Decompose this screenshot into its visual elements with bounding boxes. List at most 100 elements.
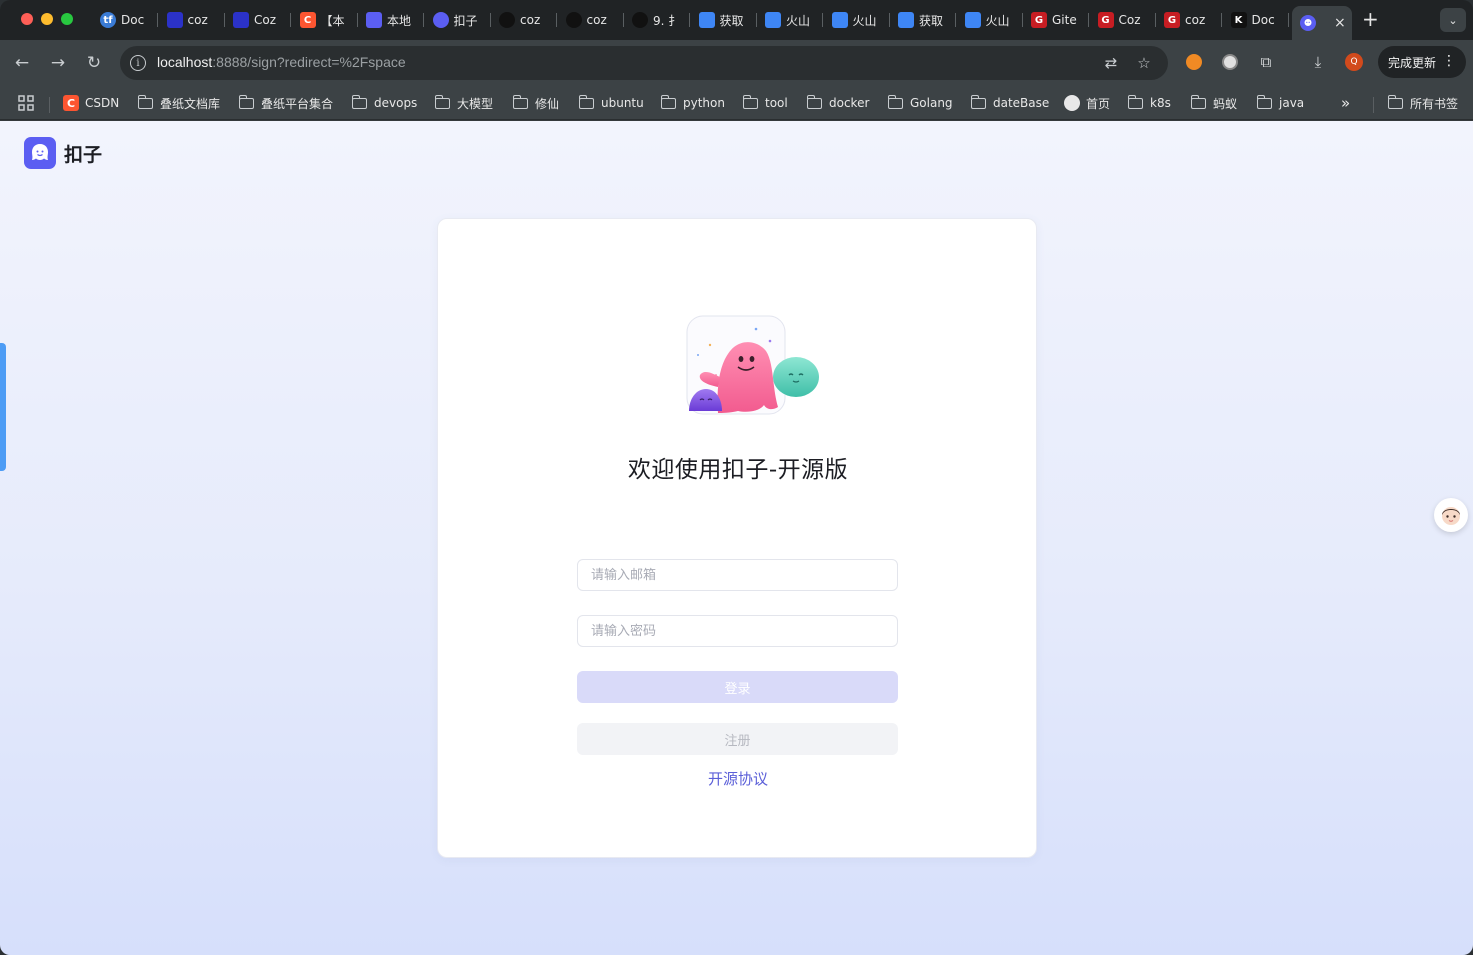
account-avatar-icon[interactable]: Q <box>1344 52 1364 72</box>
browser-tab[interactable]: G Gite <box>1023 6 1089 34</box>
volcano-icon <box>698 12 715 28</box>
folder-icon <box>138 94 153 109</box>
tab-label: coz <box>520 13 541 27</box>
tab-search-button[interactable]: ⌄ <box>1440 8 1466 32</box>
bookmark-link[interactable]: C CSDN <box>63 93 119 113</box>
bookmarks-bar: C CSDN 叠纸文档库 叠纸平台集合 devops 大模型 修仙 ubuntu python t… <box>0 86 1473 120</box>
browser-tab[interactable]: 火山 <box>757 6 823 34</box>
bookmark-folder[interactable]: 叠纸文档库 <box>138 93 220 113</box>
email-input[interactable] <box>578 560 897 590</box>
tab-label: Gite <box>1052 13 1077 27</box>
reload-icon[interactable]: ↻ <box>83 52 105 74</box>
bookmark-label: 叠纸文档库 <box>160 96 221 111</box>
gitee-icon: G <box>1031 12 1047 28</box>
csdn-icon: C <box>63 95 79 111</box>
extension-orange-icon[interactable] <box>1184 52 1204 72</box>
bookmark-folder[interactable]: tool <box>743 93 788 113</box>
close-tab-icon[interactable]: × <box>1334 15 1346 31</box>
bookmark-label: CSDN <box>85 96 120 110</box>
tab-label: 扣子 <box>453 13 478 28</box>
globe-icon <box>1064 95 1080 111</box>
github-icon <box>632 12 648 28</box>
folder-icon <box>579 94 594 109</box>
browser-tab[interactable]: 获取 <box>890 6 956 34</box>
folder-icon <box>1257 94 1272 109</box>
bookmark-folder[interactable]: 修仙 <box>513 93 559 113</box>
browser-tab[interactable]: 本地 <box>358 6 424 34</box>
browser-tab[interactable]: 火山 <box>824 6 890 34</box>
browser-tab[interactable]: tf Doc <box>92 6 158 34</box>
browser-tab[interactable]: 获取 <box>691 6 757 34</box>
browser-tab[interactable]: coz <box>491 6 557 34</box>
bookmark-folder[interactable]: ubuntu <box>579 93 644 113</box>
browser-tab[interactable]: G Coz <box>1090 6 1156 34</box>
browser-tab[interactable]: coz <box>558 6 624 34</box>
bookmark-folder[interactable]: k8s <box>1128 93 1171 113</box>
download-icon[interactable]: ⤓ <box>1308 52 1328 72</box>
site-info-icon[interactable]: i <box>130 55 146 71</box>
all-bookmarks-folder[interactable]: 所有书签 <box>1388 93 1458 113</box>
tab-active-coze[interactable]: × <box>1292 6 1352 40</box>
side-drawer-handle[interactable] <box>0 343 6 471</box>
url-text[interactable]: localhost:8888/sign?redirect=%2Fspace <box>157 54 406 70</box>
apps-grid-icon[interactable] <box>18 93 34 113</box>
brand-header[interactable]: 扣子 <box>24 137 102 169</box>
forward-icon[interactable]: → <box>47 52 69 74</box>
browser-tab[interactable]: 9. 扌 <box>624 6 690 34</box>
login-button[interactable]: 登录 <box>577 671 898 703</box>
password-input[interactable] <box>578 616 897 646</box>
gitee-icon: G <box>1164 12 1180 28</box>
bookmark-folder[interactable]: python <box>661 93 725 113</box>
address-bar[interactable]: i localhost:8888/sign?redirect=%2Fspace … <box>120 46 1168 80</box>
coze-icon <box>432 12 449 28</box>
tab-label: Doc <box>121 13 145 27</box>
mascot-illustration <box>686 315 819 415</box>
bookmark-label: dateBase <box>993 96 1050 110</box>
minimize-window-button[interactable] <box>41 13 53 25</box>
bookmark-folder[interactable]: 蚂蚁 <box>1191 93 1237 113</box>
bookmark-folder[interactable]: devops <box>352 93 417 113</box>
browser-tab[interactable]: 火山 <box>957 6 1023 34</box>
close-window-button[interactable] <box>21 13 33 25</box>
email-field[interactable] <box>577 559 898 591</box>
browser-tab[interactable]: K Doc <box>1223 6 1289 34</box>
maximize-window-button[interactable] <box>61 13 73 25</box>
tab-label: Coz <box>1118 13 1141 27</box>
bookmark-folder[interactable]: Golang <box>888 93 953 113</box>
bookmark-folder[interactable]: java <box>1257 93 1304 113</box>
tab-label: coz <box>586 13 607 27</box>
more-menu-icon[interactable]: ⋮ <box>1442 53 1456 69</box>
bookmark-label: docker <box>829 96 870 110</box>
register-button[interactable]: 注册 <box>577 723 898 755</box>
new-tab-button[interactable]: + <box>1362 9 1379 29</box>
volcano-icon <box>898 12 914 28</box>
bookmark-folder[interactable]: 叠纸平台集合 <box>239 93 333 113</box>
bookmark-folder[interactable]: docker <box>807 93 869 113</box>
bookmark-star-icon[interactable]: ☆ <box>1135 54 1153 72</box>
browser-tab[interactable]: 扣子 <box>425 6 491 34</box>
bookmarks-overflow-icon[interactable]: » <box>1341 93 1350 113</box>
browser-window: tf Doc coz Coz C 【本 本地 扣子 coz coz 9. 扌获取 火山 火山 获取 火山 G G… <box>0 0 1473 955</box>
tab-label: 火山 <box>985 13 1010 28</box>
browser-tab[interactable]: Coz <box>225 6 291 34</box>
profile-extension-icon[interactable] <box>1220 52 1240 72</box>
browser-tab[interactable]: C 【本 <box>292 6 358 34</box>
tab-label: Coz <box>254 13 277 27</box>
update-button[interactable]: 完成更新 ⋮ <box>1378 46 1466 78</box>
assistant-avatar-icon[interactable] <box>1434 498 1468 532</box>
bookmark-folder[interactable]: dateBase <box>971 93 1049 113</box>
back-icon[interactable]: ← <box>11 52 33 74</box>
tab-label: 【本 <box>320 13 345 28</box>
folder-icon <box>807 94 822 109</box>
browser-tab[interactable]: Gcoz <box>1156 6 1222 34</box>
translate-icon[interactable]: ⇄ <box>1102 54 1120 72</box>
volcano-icon <box>964 12 981 28</box>
bookmark-label: 叠纸平台集合 <box>261 96 334 111</box>
extensions-puzzle-icon[interactable]: ⧉ <box>1256 52 1276 72</box>
bookmark-link[interactable]: 首页 <box>1064 93 1110 113</box>
open-source-license-link[interactable]: 开源协议 <box>438 768 1038 789</box>
browser-tab[interactable]: coz <box>159 6 225 34</box>
bookmark-folder[interactable]: 大模型 <box>435 93 493 113</box>
tab-label: 火山 <box>786 13 811 28</box>
password-field[interactable] <box>577 615 898 647</box>
